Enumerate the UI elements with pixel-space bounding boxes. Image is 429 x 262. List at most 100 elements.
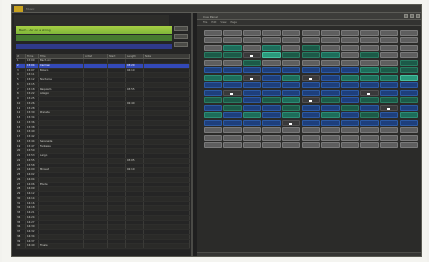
cue-button[interactable] <box>262 67 281 74</box>
cue-button[interactable] <box>281 44 301 51</box>
cue-button[interactable] <box>340 127 360 134</box>
cue-button[interactable] <box>203 37 222 44</box>
cue-button[interactable] <box>321 142 340 149</box>
cue-button[interactable] <box>399 37 418 44</box>
cue-button[interactable] <box>281 52 301 59</box>
cue-button[interactable] <box>321 44 340 51</box>
cue-button[interactable] <box>203 67 222 74</box>
close-icon[interactable] <box>416 14 420 18</box>
cue-button[interactable] <box>340 52 360 59</box>
cue-button[interactable] <box>340 29 360 36</box>
cue-button[interactable] <box>203 82 222 89</box>
cue-button[interactable] <box>399 119 418 126</box>
cue-button[interactable] <box>262 59 281 66</box>
cue-button[interactable] <box>399 104 418 111</box>
cue-button[interactable] <box>223 127 242 134</box>
cue-button[interactable] <box>242 37 262 44</box>
cue-button[interactable] <box>301 74 320 81</box>
cue-button[interactable] <box>399 127 418 134</box>
cue-button[interactable] <box>242 104 262 111</box>
cue-button[interactable] <box>379 89 399 96</box>
cue-button[interactable] <box>262 29 281 36</box>
cue-button[interactable] <box>242 127 262 134</box>
cue-button[interactable] <box>281 29 301 36</box>
cue-button[interactable] <box>242 74 262 81</box>
cue-button[interactable] <box>360 142 379 149</box>
cue-button[interactable] <box>340 142 360 149</box>
cue-button[interactable] <box>321 52 340 59</box>
cue-button[interactable] <box>340 134 360 141</box>
cue-button[interactable] <box>203 142 222 149</box>
cue-button[interactable] <box>360 104 379 111</box>
cue-button[interactable] <box>360 112 379 119</box>
cue-button[interactable] <box>301 127 320 134</box>
cue-button[interactable] <box>242 89 262 96</box>
cue-button[interactable] <box>360 37 379 44</box>
maximize-icon[interactable] <box>410 14 414 18</box>
cue-button[interactable] <box>399 142 418 149</box>
cue-button[interactable] <box>360 52 379 59</box>
cue-button[interactable] <box>281 119 301 126</box>
cue-button[interactable] <box>262 112 281 119</box>
cue-button[interactable] <box>262 134 281 141</box>
cue-button[interactable] <box>321 82 340 89</box>
cue-button[interactable] <box>223 74 242 81</box>
toolbar-menu-item[interactable]: File <box>203 20 207 25</box>
cue-button[interactable] <box>242 67 262 74</box>
cue-button[interactable] <box>203 74 222 81</box>
cue-button[interactable] <box>360 127 379 134</box>
cue-button[interactable] <box>301 59 320 66</box>
cue-button[interactable] <box>301 97 320 104</box>
cue-button[interactable] <box>301 134 320 141</box>
cue-button[interactable] <box>281 37 301 44</box>
cue-button[interactable] <box>379 37 399 44</box>
cue-button[interactable] <box>223 97 242 104</box>
cue-button[interactable] <box>360 74 379 81</box>
cue-button[interactable] <box>281 127 301 134</box>
cue-button[interactable] <box>399 82 418 89</box>
cue-button[interactable] <box>223 67 242 74</box>
cue-button[interactable] <box>379 74 399 81</box>
cue-button[interactable] <box>203 52 222 59</box>
cue-button[interactable] <box>262 52 281 59</box>
cue-button[interactable] <box>262 82 281 89</box>
cue-button[interactable] <box>223 89 242 96</box>
cued-item-bar[interactable] <box>16 44 172 49</box>
cue-button[interactable] <box>203 89 222 96</box>
cue-button[interactable] <box>360 82 379 89</box>
cue-button[interactable] <box>321 59 340 66</box>
cue-button[interactable] <box>399 89 418 96</box>
cue-button[interactable] <box>360 59 379 66</box>
cue-button[interactable] <box>399 112 418 119</box>
cue-button[interactable] <box>203 119 222 126</box>
cue-button[interactable] <box>262 119 281 126</box>
cue-button[interactable] <box>321 127 340 134</box>
cue-button[interactable] <box>340 97 360 104</box>
cue-button[interactable] <box>360 134 379 141</box>
cue-button[interactable] <box>340 44 360 51</box>
cue-button[interactable] <box>242 59 262 66</box>
cue-button[interactable] <box>242 82 262 89</box>
table-row[interactable]: 40 16:40 Finale <box>16 244 190 249</box>
cue-button[interactable] <box>340 112 360 119</box>
cue-button[interactable] <box>262 89 281 96</box>
cue-button[interactable] <box>281 134 301 141</box>
cue-button[interactable] <box>203 44 222 51</box>
cue-button[interactable] <box>321 67 340 74</box>
cue-button[interactable] <box>379 44 399 51</box>
cue-button[interactable] <box>223 29 242 36</box>
next-item-bar[interactable] <box>16 35 172 41</box>
cue-button[interactable] <box>301 142 320 149</box>
play-button[interactable] <box>174 26 188 31</box>
cue-button[interactable] <box>281 112 301 119</box>
cue-button[interactable] <box>262 127 281 134</box>
cue-button[interactable] <box>242 142 262 149</box>
toolbar-menu-item[interactable]: View <box>220 20 226 25</box>
cue-button[interactable] <box>340 37 360 44</box>
minimize-icon[interactable] <box>404 14 408 18</box>
cue-button[interactable] <box>360 44 379 51</box>
cue-button[interactable] <box>379 82 399 89</box>
cue-button[interactable] <box>360 119 379 126</box>
cue-button[interactable] <box>262 74 281 81</box>
cue-button[interactable] <box>281 97 301 104</box>
